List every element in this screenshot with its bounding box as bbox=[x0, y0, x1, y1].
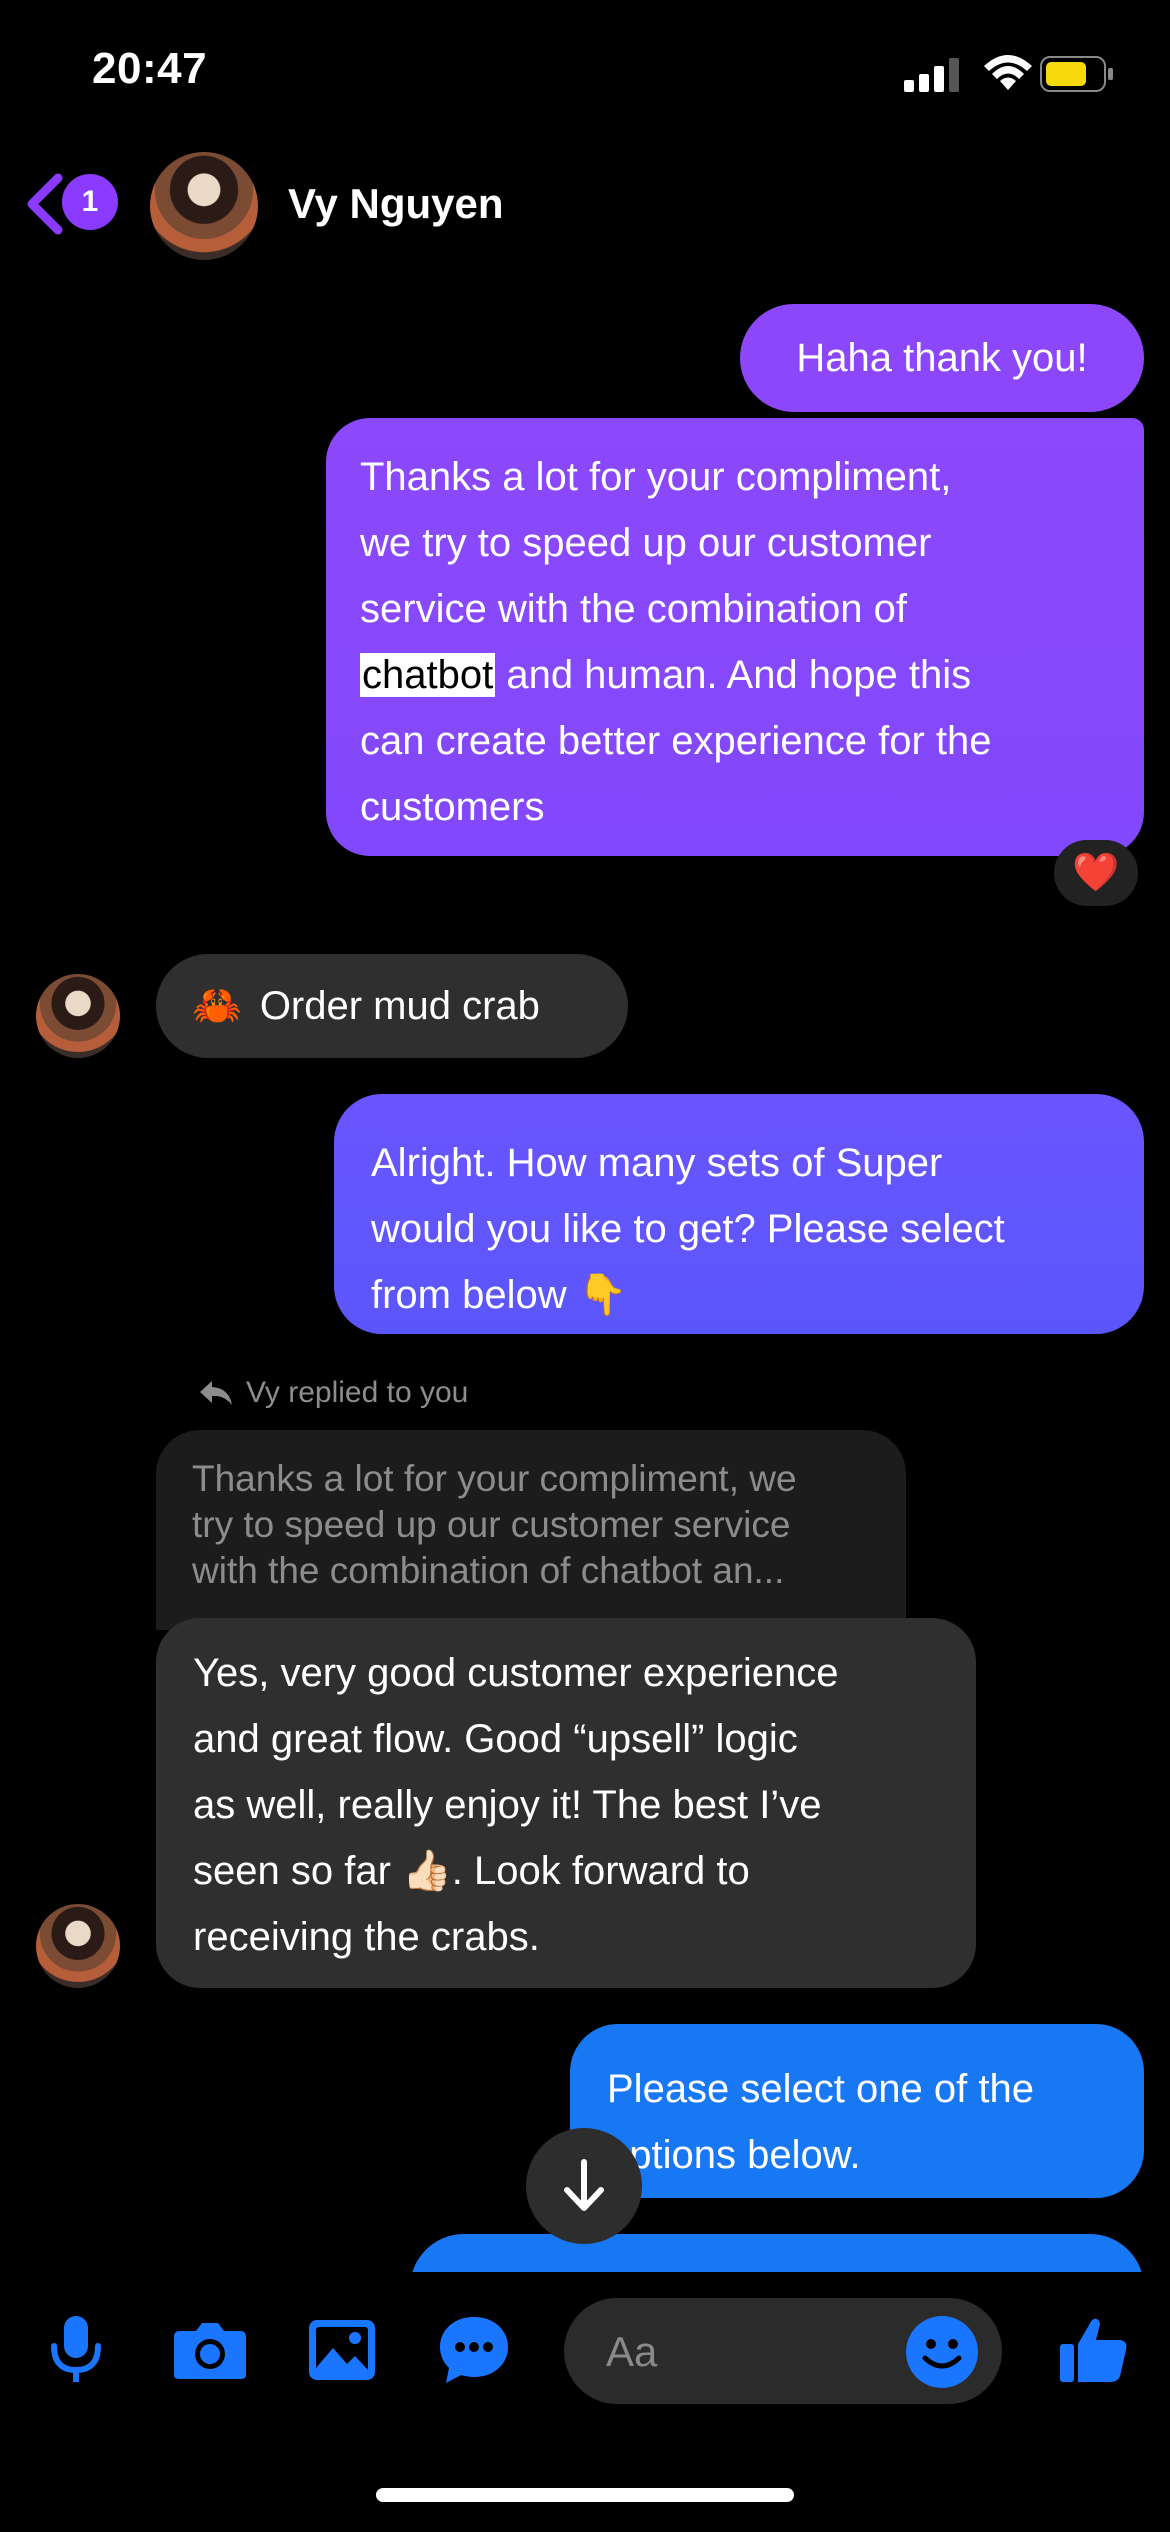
message-line: Thanks a lot for your compliment, bbox=[360, 455, 952, 499]
unread-badge: 1 bbox=[62, 174, 118, 230]
chat-icon bbox=[440, 2317, 508, 2383]
camera-button[interactable] bbox=[170, 2310, 250, 2390]
message-line: Please select one of the bbox=[607, 2067, 1034, 2111]
message-line-rest: and human. And hope this bbox=[495, 653, 972, 697]
camera-icon bbox=[174, 2323, 246, 2379]
quoted-line: Thanks a lot for your compliment, we bbox=[192, 1458, 797, 1499]
emoji-button[interactable] bbox=[906, 2316, 978, 2388]
contact-avatar-small bbox=[36, 1904, 120, 1988]
reply-label: Vy replied to you bbox=[198, 1376, 468, 1410]
message-line: and great flow. Good “upsell” logic bbox=[193, 1717, 798, 1761]
crab-icon: 🦀 bbox=[192, 984, 242, 1028]
message-outgoing[interactable]: Thanks a lot for your compliment, we try… bbox=[326, 418, 1144, 856]
message-line: Yes, very good customer experience bbox=[193, 1651, 839, 1695]
message-line: receiving the crabs. bbox=[193, 1915, 540, 1959]
reply-arrow-icon bbox=[200, 1381, 232, 1405]
heart-icon: ❤️ bbox=[1072, 852, 1120, 894]
mic-button[interactable] bbox=[36, 2310, 116, 2390]
message-line: would you like to get? Please select bbox=[371, 1207, 1005, 1251]
message-outgoing[interactable]: Haha thank you! bbox=[740, 304, 1144, 412]
message-incoming[interactable]: 🦀 Order mud crab bbox=[156, 954, 628, 1058]
message-text: Order mud crab bbox=[259, 984, 540, 1028]
gallery-icon bbox=[309, 2320, 375, 2380]
scroll-to-bottom-button[interactable] bbox=[526, 2128, 642, 2244]
message-line: customers bbox=[360, 785, 545, 829]
mic-icon bbox=[51, 2316, 101, 2382]
emoji-icon bbox=[922, 2339, 962, 2369]
message-outgoing[interactable]: Please select one of the options below. bbox=[570, 2024, 1144, 2198]
gallery-button[interactable] bbox=[302, 2310, 382, 2390]
message-line: from below 👇 bbox=[371, 1273, 628, 1317]
message-line: service with the combination of bbox=[360, 587, 907, 631]
quoted-line: try to speed up our customer service bbox=[192, 1504, 791, 1545]
contact-avatar[interactable] bbox=[150, 152, 258, 260]
heart-reaction[interactable]: ❤️ bbox=[1054, 840, 1138, 906]
quoted-line: with the combination of chatbot an... bbox=[192, 1550, 785, 1591]
home-indicator bbox=[376, 2488, 794, 2502]
back-button[interactable]: 1 bbox=[22, 168, 122, 242]
message-line: we try to speed up our customer bbox=[360, 521, 932, 565]
contact-avatar-small bbox=[36, 974, 120, 1058]
wifi-icon bbox=[984, 55, 1032, 90]
message-line: options below. bbox=[607, 2133, 861, 2177]
like-button[interactable] bbox=[1054, 2310, 1134, 2390]
message-text: Haha thank you! bbox=[796, 336, 1088, 380]
contact-name[interactable]: Vy Nguyen bbox=[288, 180, 504, 228]
message-line: chatbot and human. And hope this bbox=[360, 642, 1110, 708]
message-outgoing[interactable]: Alright. How many sets of Super would yo… bbox=[334, 1094, 1144, 1334]
message-line: Alright. How many sets of Super bbox=[371, 1141, 943, 1185]
message-input[interactable] bbox=[604, 2298, 908, 2406]
arrow-down-icon bbox=[564, 2159, 604, 2211]
signal-icon bbox=[904, 58, 959, 92]
message-line: as well, really enjoy it! The best I’ve bbox=[193, 1783, 822, 1827]
message-line: can create better experience for the bbox=[360, 719, 992, 763]
back-chevron-icon bbox=[27, 173, 63, 235]
message-incoming[interactable]: Yes, very good customer experience and g… bbox=[156, 1618, 976, 1988]
reply-label-text: Vy replied to you bbox=[246, 1376, 469, 1409]
chat-extension-button[interactable] bbox=[434, 2310, 514, 2390]
like-icon bbox=[1060, 2318, 1127, 2382]
quoted-message[interactable]: Thanks a lot for your compliment, we try… bbox=[156, 1430, 906, 1630]
highlighted-text[interactable]: chatbot bbox=[360, 653, 496, 697]
battery-icon bbox=[1040, 56, 1113, 92]
message-line: seen so far 👍🏻. Look forward to bbox=[193, 1849, 750, 1893]
status-time: 20:47 bbox=[92, 44, 208, 93]
